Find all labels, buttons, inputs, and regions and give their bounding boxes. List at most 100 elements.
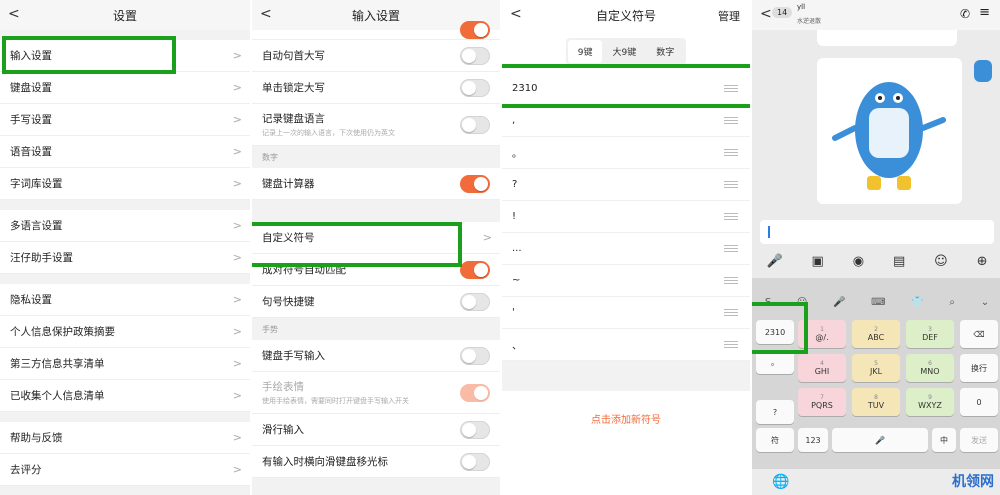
- symbol-row[interactable]: ?: [502, 169, 750, 201]
- back-icon[interactable]: <: [510, 6, 522, 22]
- settings-item-dictionary[interactable]: 字词库设置 >: [0, 168, 250, 200]
- settings-item-third-party[interactable]: 第三方信息共享清单 >: [0, 348, 250, 380]
- settings-item-keyboard[interactable]: 键盘设置 >: [0, 72, 250, 104]
- tab-big-9key[interactable]: 大9键: [602, 40, 646, 63]
- language-key[interactable]: 中: [932, 428, 956, 452]
- emoji-icon[interactable]: ☺: [934, 254, 948, 269]
- chevron-right-icon: >: [232, 219, 242, 232]
- draw-emoji-toggle[interactable]: [460, 384, 490, 402]
- symbol-row[interactable]: 2310: [502, 73, 750, 105]
- send-key[interactable]: 发送: [960, 428, 998, 452]
- emoji-icon[interactable]: ☺: [797, 297, 807, 308]
- section-label-number: 数字: [252, 146, 500, 168]
- drag-handle-icon[interactable]: [724, 245, 738, 252]
- menu-icon[interactable]: ≡: [979, 5, 990, 20]
- auto-cap-toggle[interactable]: [460, 46, 490, 65]
- add-symbol-link[interactable]: 点击添加新符号: [502, 411, 750, 426]
- drag-handle-icon[interactable]: [724, 117, 738, 124]
- period-shortcut-toggle[interactable]: [460, 292, 490, 311]
- settings-item-voice[interactable]: 语音设置 >: [0, 136, 250, 168]
- calc-toggle[interactable]: [460, 174, 490, 193]
- number-key[interactable]: 123: [798, 428, 828, 452]
- question-key[interactable]: ?: [756, 400, 794, 424]
- symbol-row[interactable]: ...: [502, 233, 750, 265]
- skin-icon[interactable]: 👕: [911, 297, 923, 308]
- zero-key[interactable]: 0: [960, 388, 998, 416]
- symbol-row[interactable]: !: [502, 201, 750, 233]
- key-1[interactable]: 1 @/.: [798, 320, 846, 348]
- back-icon[interactable]: <: [8, 6, 20, 22]
- image-icon[interactable]: ▣: [812, 254, 824, 269]
- logo-icon[interactable]: S: [765, 297, 771, 308]
- collapse-icon[interactable]: ⌄: [981, 297, 989, 308]
- chevron-right-icon: >: [232, 389, 242, 402]
- toggle-switch[interactable]: [460, 21, 490, 39]
- settings-item-assistant[interactable]: 汪仔助手设置 >: [0, 242, 250, 274]
- settings-item-policy[interactable]: 个人信息保护政策摘要 >: [0, 316, 250, 348]
- tab-number[interactable]: 数字: [646, 40, 684, 63]
- symbol-row[interactable]: ,: [502, 105, 750, 137]
- handwrite-toggle[interactable]: [460, 346, 490, 365]
- redpacket-icon[interactable]: ▤: [893, 254, 905, 269]
- symbol-key[interactable]: 符: [756, 428, 794, 452]
- key-2[interactable]: 2 ABC: [852, 320, 900, 348]
- drag-handle-icon[interactable]: [724, 181, 738, 188]
- enter-key[interactable]: 换行: [960, 354, 998, 382]
- key-6[interactable]: 6 MNO: [906, 354, 954, 382]
- settings-item-rate[interactable]: 去评分 >: [0, 454, 250, 486]
- drag-handle-icon[interactable]: [724, 85, 738, 92]
- settings-item-privacy[interactable]: 隐私设置 >: [0, 284, 250, 316]
- search-icon[interactable]: ⌕: [949, 297, 955, 308]
- chevron-right-icon: >: [232, 145, 242, 158]
- period-key[interactable]: 。: [756, 350, 794, 374]
- plus-icon[interactable]: ⊕: [977, 254, 988, 269]
- mic-icon[interactable]: 🎤: [833, 297, 845, 308]
- settings-item-input[interactable]: 输入设置 >: [0, 40, 250, 72]
- lock-cap-toggle[interactable]: [460, 78, 490, 97]
- key-4[interactable]: 4 GHI: [798, 354, 846, 382]
- slide-input-toggle[interactable]: [460, 420, 490, 439]
- custom-symbol-row[interactable]: 自定义符号 >: [252, 222, 500, 254]
- phone-icon[interactable]: ✆: [960, 7, 970, 21]
- message-input[interactable]: [760, 220, 994, 244]
- key-9[interactable]: 9 WXYZ: [906, 388, 954, 416]
- drag-handle-icon[interactable]: [724, 277, 738, 284]
- settings-item-language[interactable]: 多语言设置 >: [0, 210, 250, 242]
- key-5[interactable]: 5 JKL: [852, 354, 900, 382]
- settings-item-collected[interactable]: 已收集个人信息清单 >: [0, 380, 250, 412]
- settings-item-help[interactable]: 帮助与反馈 >: [0, 422, 250, 454]
- settings-item-handwriting[interactable]: 手写设置 >: [0, 104, 250, 136]
- pair-match-toggle[interactable]: [460, 260, 490, 279]
- mic-icon[interactable]: 🎤: [766, 254, 782, 269]
- slide-cursor-toggle[interactable]: [460, 452, 490, 471]
- drag-handle-icon[interactable]: [724, 149, 738, 156]
- symbol-row[interactable]: 、: [502, 329, 750, 361]
- tab-9key[interactable]: 9键: [567, 40, 603, 63]
- sticker-image: [817, 58, 962, 204]
- space-key[interactable]: 🎤: [832, 428, 928, 452]
- manage-button[interactable]: 管理: [718, 8, 740, 24]
- symbol-row[interactable]: ': [502, 297, 750, 329]
- drag-handle-icon[interactable]: [724, 213, 738, 220]
- auto-cap-row: 自动句首大写: [252, 40, 500, 72]
- keyboard-type-tabs: 9键 大9键 数字: [502, 38, 750, 65]
- delete-key[interactable]: ⌫: [960, 320, 998, 348]
- symbol-row[interactable]: 。: [502, 137, 750, 169]
- drag-handle-icon[interactable]: [724, 341, 738, 348]
- avatar[interactable]: [974, 60, 992, 82]
- globe-icon[interactable]: 🌐: [772, 474, 789, 490]
- symbol-row[interactable]: ~: [502, 265, 750, 297]
- keyboard-toolbar: S ☺ 🎤 ⌨ 👕 ⌕ ⌄: [752, 292, 1000, 312]
- key-8[interactable]: 8 TUV: [852, 388, 900, 416]
- back-icon[interactable]: <: [760, 6, 772, 22]
- section-label-gesture: 手势: [252, 318, 500, 340]
- custom-symbol-key[interactable]: 2310: [756, 320, 794, 344]
- key-3[interactable]: 3 DEF: [906, 320, 954, 348]
- keyboard-icon[interactable]: ⌨: [871, 297, 885, 308]
- key-7[interactable]: 7 PQRS: [798, 388, 846, 416]
- camera-icon[interactable]: ◉: [853, 254, 864, 269]
- back-icon[interactable]: <: [260, 6, 272, 22]
- record-lang-toggle[interactable]: [460, 116, 490, 134]
- chevron-right-icon: >: [232, 81, 242, 94]
- drag-handle-icon[interactable]: [724, 309, 738, 316]
